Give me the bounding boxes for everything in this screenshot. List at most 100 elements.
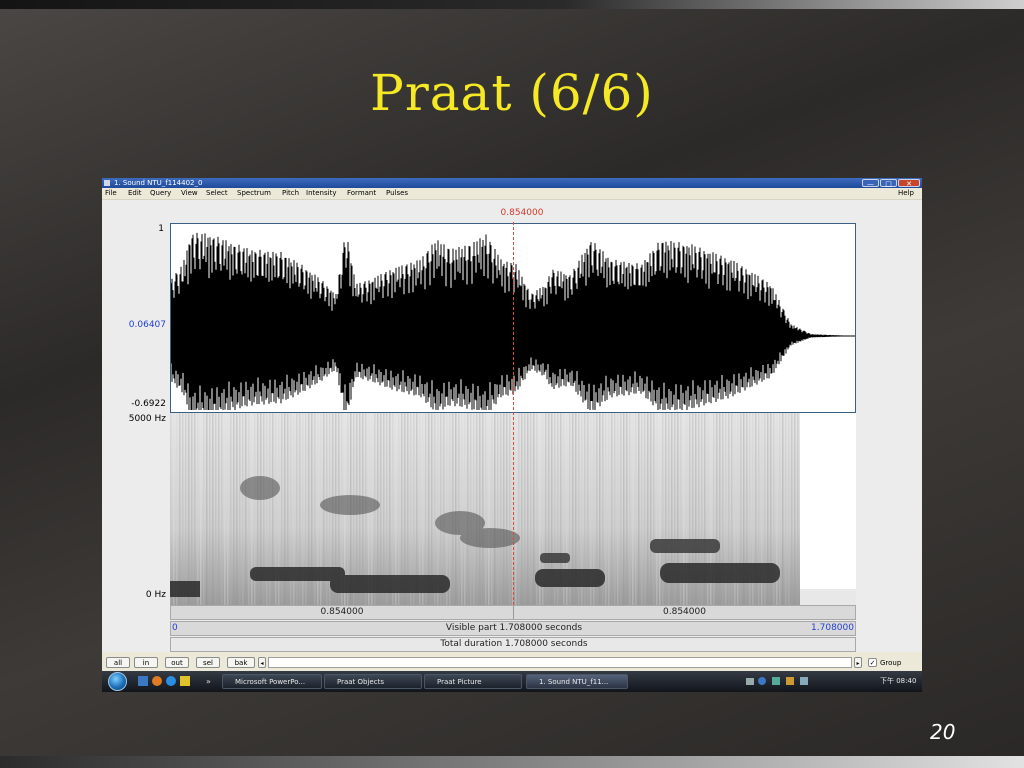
zoom-sel-button[interactable]: sel: [196, 657, 220, 668]
task-praat-picture[interactable]: Praat Picture: [424, 674, 522, 689]
spectrogram-stripe: [176, 413, 178, 605]
cursor-time-label: 0.854000: [500, 208, 544, 218]
slide-number: 20: [930, 720, 956, 744]
menu-edit[interactable]: Edit: [128, 188, 142, 199]
spectrogram-stripe: [248, 413, 250, 605]
menu-intensity[interactable]: Intensity: [306, 188, 336, 199]
task-praat-objects[interactable]: Praat Objects: [324, 674, 422, 689]
menu-help[interactable]: Help: [898, 188, 914, 199]
spectrogram-stripe: [626, 413, 628, 605]
spectrogram-stripe: [206, 413, 208, 605]
window-icon: [104, 180, 110, 186]
spectrogram-stripe: [476, 413, 478, 605]
menu-pulses[interactable]: Pulses: [386, 188, 408, 199]
folder-icon[interactable]: [180, 676, 190, 686]
menu-select[interactable]: Select: [206, 188, 228, 199]
ie-icon[interactable]: [166, 676, 176, 686]
tray-volume-icon[interactable]: [800, 677, 808, 685]
tray-monitor-icon[interactable]: [746, 678, 754, 685]
spectrogram-stripe: [611, 413, 613, 605]
quicklaunch-more-icon[interactable]: »: [206, 671, 211, 692]
spectrogram-stripe: [488, 413, 490, 605]
menu-file[interactable]: File: [105, 188, 117, 199]
spectrogram-stripe: [455, 413, 457, 605]
selection-left-segment[interactable]: 0.854000: [171, 606, 514, 619]
close-button[interactable]: ✕: [898, 179, 920, 188]
spectrogram-stripe: [635, 413, 637, 605]
spectrogram-stripe: [641, 413, 643, 605]
spectrogram-stripe: [236, 413, 238, 605]
wave-bottom-label: -0.6922: [131, 399, 166, 409]
spectrogram-stripe: [191, 413, 193, 605]
zoom-back-button[interactable]: bak: [227, 657, 255, 668]
selection-right-segment[interactable]: 0.854000: [514, 606, 855, 619]
spectrogram-stripe: [524, 413, 526, 605]
horizontal-scrollbar[interactable]: [268, 657, 852, 668]
task-powerpoint[interactable]: Microsoft PowerPo...: [222, 674, 322, 689]
spectrogram-stripe: [449, 413, 451, 605]
system-tray: 下午 08:40: [742, 671, 922, 692]
spectrogram-stripe: [479, 413, 481, 605]
spectrogram-stripe: [470, 413, 472, 605]
tray-help-icon[interactable]: [758, 677, 766, 685]
zoom-in-button[interactable]: in: [134, 657, 158, 668]
spectrogram-stripe: [467, 413, 469, 605]
scroll-right-button[interactable]: ▸: [854, 657, 862, 668]
spectrogram-stripe: [245, 413, 247, 605]
menu-spectrum[interactable]: Spectrum: [237, 188, 271, 199]
spectrogram-stripe: [473, 413, 475, 605]
slide-bottom-bar: [0, 756, 1024, 768]
spec-bottom-label: 0 Hz: [145, 590, 166, 600]
tray-security-icon[interactable]: [786, 677, 794, 685]
visible-part-bar[interactable]: 0 Visible part 1.708000 seconds 1.708000: [170, 621, 856, 636]
group-label: Group: [880, 659, 902, 667]
spectrogram-stripe: [632, 413, 634, 605]
spectrogram-stripe: [233, 413, 235, 605]
spectrogram-stripe: [242, 413, 244, 605]
spectrogram-stripe: [533, 413, 535, 605]
visible-end-label: 1.708000: [811, 623, 854, 633]
browser-icon[interactable]: [152, 676, 162, 686]
task-sound-editor[interactable]: 1. Sound NTU_f11...: [526, 674, 628, 689]
spectrogram-stripe: [446, 413, 448, 605]
spectrogram-stripe: [224, 413, 226, 605]
spectrogram-stripe: [209, 413, 211, 605]
show-desktop-icon[interactable]: [138, 676, 148, 686]
spectrogram-stripe: [653, 413, 655, 605]
spectrogram-stripe: [170, 413, 172, 605]
spectrogram-stripe: [617, 413, 619, 605]
spectrogram-stripe: [614, 413, 616, 605]
maximize-button[interactable]: □: [880, 179, 897, 188]
spectrogram-stripe: [182, 413, 184, 605]
selection-bar[interactable]: 0.854000 0.854000: [170, 605, 856, 620]
total-duration-bar[interactable]: Total duration 1.708000 seconds: [170, 637, 856, 652]
wave-mid-label: 0.06407: [128, 320, 166, 330]
start-button[interactable]: [108, 672, 127, 691]
scroll-left-button[interactable]: ◂: [258, 657, 266, 668]
menu-pitch[interactable]: Pitch: [282, 188, 299, 199]
spectrogram-stripe: [188, 413, 190, 605]
menu-view[interactable]: View: [181, 188, 198, 199]
tray-network-icon[interactable]: [772, 677, 780, 685]
visible-part-label: Visible part 1.708000 seconds: [445, 623, 583, 633]
zoom-out-button[interactable]: out: [165, 657, 189, 668]
spectrogram-stripe: [515, 413, 517, 605]
group-checkbox[interactable]: ✓: [868, 658, 877, 667]
bottom-toolbar: all in out sel bak ◂ ▸ ✓ Group: [102, 656, 922, 670]
spectrogram-stripe: [239, 413, 241, 605]
cursor-line: [513, 222, 514, 605]
spectrogram-stripe: [179, 413, 181, 605]
slide-top-bar: [0, 0, 1024, 9]
spectrogram-stripe: [521, 413, 523, 605]
tray-clock[interactable]: 下午 08:40: [880, 671, 916, 692]
window-titlebar[interactable]: 1. Sound NTU_f114402_0 — □ ✕: [102, 178, 922, 188]
spectrogram-stripe: [530, 413, 532, 605]
menu-query[interactable]: Query: [150, 188, 171, 199]
spectrogram-stripe: [656, 413, 658, 605]
menu-formant[interactable]: Formant: [347, 188, 376, 199]
all-button[interactable]: all: [106, 657, 130, 668]
spectrogram-stripe: [212, 413, 214, 605]
minimize-button[interactable]: —: [862, 179, 879, 188]
menu-bar: File Edit Query View Select Spectrum Pit…: [102, 188, 922, 200]
spectrogram-stripe: [485, 413, 487, 605]
